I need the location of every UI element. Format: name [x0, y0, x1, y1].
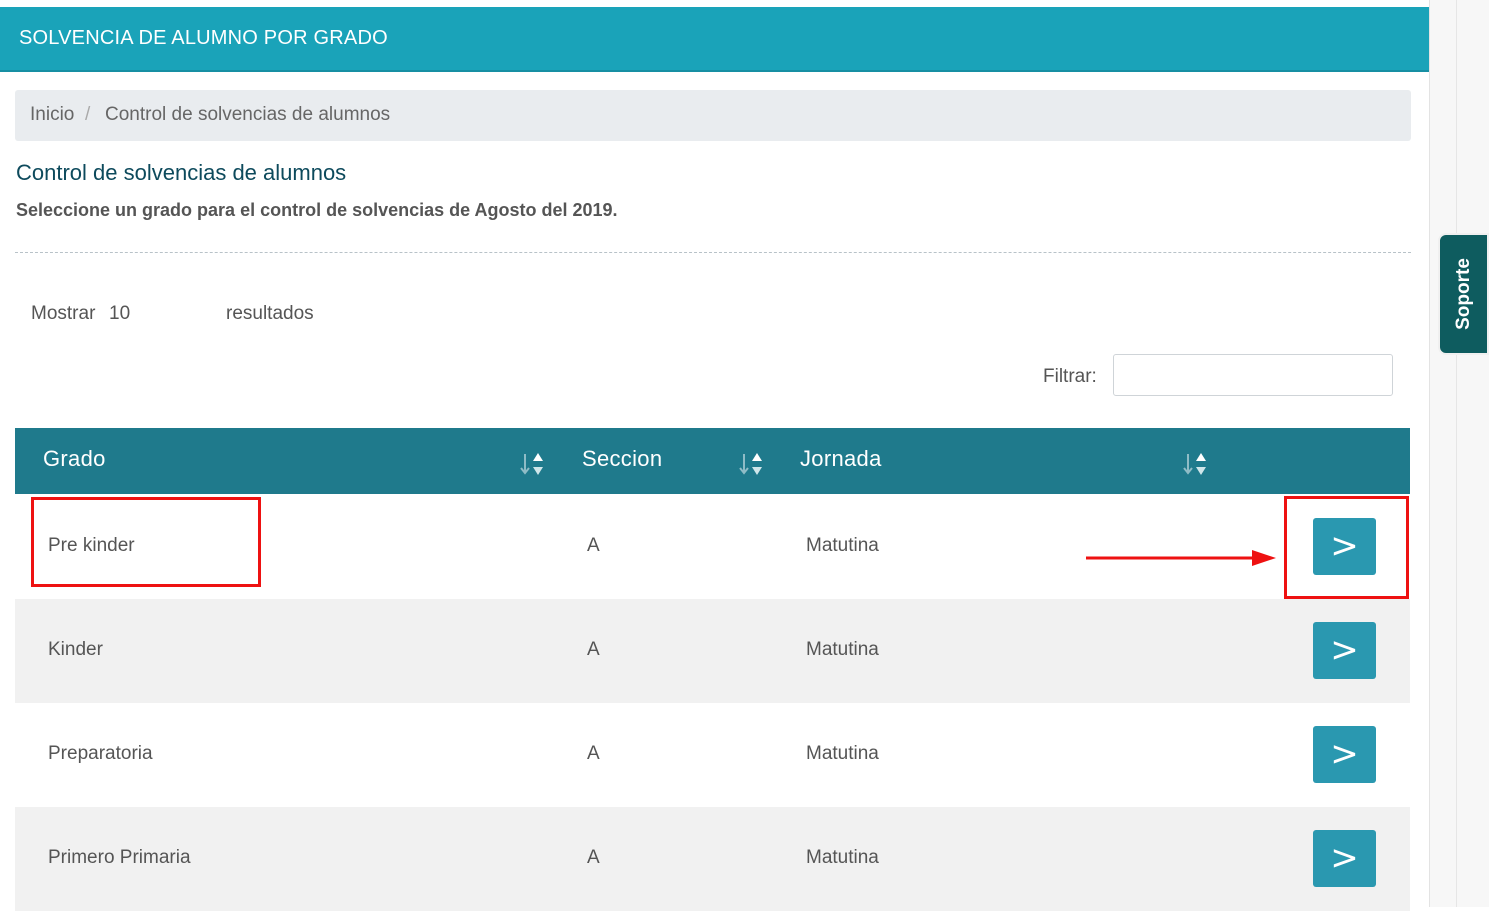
- support-tab-label: Soporte: [1452, 258, 1474, 330]
- table-header: Grado Seccion Jornada: [15, 428, 1410, 494]
- length-select[interactable]: 10: [109, 303, 130, 325]
- breadcrumb: Inicio / Control de solvencias de alumno…: [15, 90, 1411, 141]
- filter-label: Filtrar:: [1043, 366, 1097, 387]
- cell-jornada: Matutina: [806, 847, 879, 868]
- breadcrumb-home-link[interactable]: Inicio: [30, 104, 74, 126]
- table-row: Primero Primaria A Matutina >: [15, 807, 1410, 911]
- filter-input[interactable]: [1113, 354, 1393, 396]
- cell-grado: Primero Primaria: [48, 847, 191, 868]
- column-header-jornada[interactable]: Jornada: [800, 446, 882, 472]
- cell-seccion: A: [587, 847, 600, 868]
- length-prefix: Mostrar: [31, 303, 96, 324]
- table-row: Kinder A Matutina >: [15, 599, 1410, 703]
- cell-seccion: A: [587, 535, 600, 556]
- cell-seccion: A: [587, 743, 600, 764]
- cell-jornada: Matutina: [806, 639, 879, 660]
- column-header-seccion[interactable]: Seccion: [582, 446, 662, 472]
- support-tab[interactable]: Soporte: [1438, 233, 1489, 355]
- sort-icon[interactable]: [1181, 450, 1209, 478]
- cell-jornada: Matutina: [806, 535, 879, 556]
- sort-icon[interactable]: [518, 450, 546, 478]
- table-row: Preparatoria A Matutina >: [15, 703, 1410, 807]
- annotation-highlight-grade: [31, 497, 261, 587]
- main-panel: SOLVENCIA DE ALUMNO POR GRADO Inicio / C…: [0, 0, 1430, 911]
- cell-seccion: A: [587, 639, 600, 660]
- select-grade-button[interactable]: >: [1313, 830, 1376, 887]
- annotation-arrow-icon: [1086, 550, 1276, 566]
- cell-grado: Preparatoria: [48, 743, 153, 764]
- page-subtitle: Seleccione un grado para el control de s…: [16, 200, 618, 220]
- annotation-highlight-button: [1284, 496, 1409, 599]
- breadcrumb-current: Control de solvencias de alumnos: [105, 104, 391, 125]
- cell-grado: Kinder: [48, 639, 103, 660]
- length-suffix: resultados: [226, 303, 314, 324]
- header-title: SOLVENCIA DE ALUMNO POR GRADO: [19, 27, 388, 49]
- sort-icon[interactable]: [737, 450, 765, 478]
- scroll-track: [1456, 0, 1457, 907]
- right-scroll-area: [1430, 0, 1489, 907]
- breadcrumb-separator: /: [85, 104, 91, 125]
- column-header-grado[interactable]: Grado: [43, 446, 106, 472]
- page-header: SOLVENCIA DE ALUMNO POR GRADO: [0, 7, 1429, 72]
- select-grade-button[interactable]: >: [1313, 726, 1376, 783]
- page-title: Control de solvencias de alumnos: [16, 160, 347, 185]
- dashed-divider: [15, 252, 1411, 253]
- select-grade-button[interactable]: >: [1313, 622, 1376, 679]
- cell-jornada: Matutina: [806, 743, 879, 764]
